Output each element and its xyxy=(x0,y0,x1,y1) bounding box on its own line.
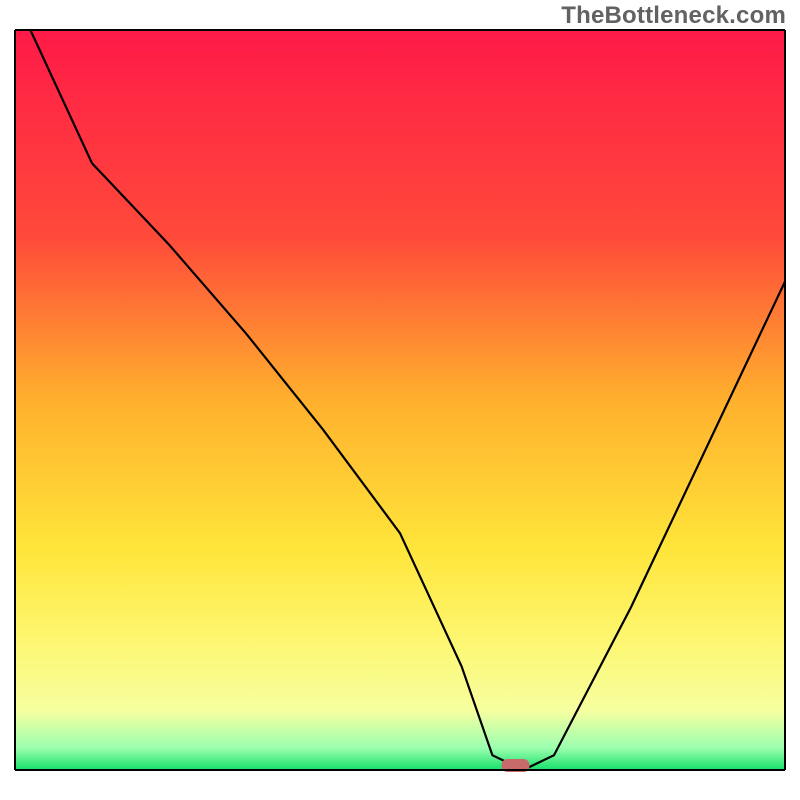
gradient-background xyxy=(15,30,785,770)
chart-svg xyxy=(0,0,800,800)
watermark-text: TheBottleneck.com xyxy=(561,2,786,30)
bottleneck-chart: TheBottleneck.com xyxy=(0,0,800,800)
